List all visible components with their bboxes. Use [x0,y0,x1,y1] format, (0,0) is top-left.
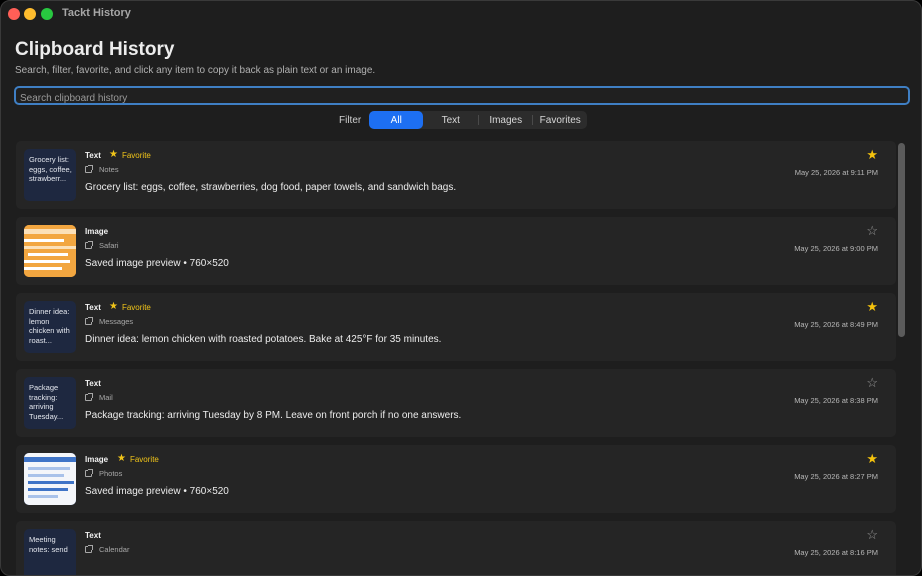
item-content: Saved image preview • 760×520 [85,258,229,269]
item-kind: Text [85,303,101,312]
image-thumbnail [24,453,76,505]
open-app-icon [85,469,93,477]
item-kind: Text [85,151,101,160]
favorite-star-icon: ★ [117,453,126,464]
item-date: May 25, 2026 at 8:16 PM [794,548,878,557]
item-content: Dinner idea: lemon chicken with roasted … [85,334,442,345]
favorite-badge: ★ Favorite [109,150,151,160]
source-app-name: Mail [99,393,113,402]
history-list: Grocery list: eggs, coffee, strawberr...… [14,139,910,575]
thumbnail-text: Grocery list: eggs, coffee, strawberr... [29,155,72,183]
text-thumbnail: Package tracking: arriving Tuesday... [24,377,76,429]
star-outline-icon[interactable]: ☆ [866,528,878,542]
favorite-label: Favorite [121,302,151,312]
image-preview [24,225,76,277]
thumbnail-text: Meeting notes: send [29,535,68,554]
page-title: Clipboard History [15,39,175,60]
open-app-icon [85,241,93,249]
item-source: Mail [85,393,113,402]
close-window-button[interactable] [8,8,20,20]
history-item[interactable]: Package tracking: arriving Tuesday... Te… [16,369,896,437]
history-item[interactable]: Image Safari Saved image preview • 760×5… [16,217,896,285]
source-app-name: Calendar [99,545,130,554]
open-app-icon [85,317,93,325]
app-window: Tackt History Clipboard History Search, … [0,0,922,576]
filter-segmented-control: All Text Images Favorites [369,111,588,129]
source-app-name: Messages [99,317,134,326]
filter-label: Filter [339,114,362,126]
thumbnail-text: Dinner idea: lemon chicken with roast... [29,307,70,345]
filter-text-button[interactable]: Text [423,111,478,129]
favorite-badge: ★ Favorite [117,454,159,464]
source-app-name: Notes [99,165,119,174]
history-item[interactable]: Image ★ Favorite Photos Saved image prev… [16,445,896,513]
item-source: Notes [85,165,119,174]
filter-favorites-button[interactable]: Favorites [533,111,587,129]
filter-row: Filter All Text Images Favorites [339,111,588,129]
text-thumbnail: Meeting notes: send [24,529,76,575]
filter-all-button[interactable]: All [369,111,424,129]
minimize-window-button[interactable] [24,8,36,20]
star-filled-icon[interactable]: ★ [866,300,878,314]
item-kind: Image [85,227,109,236]
item-source: Safari [85,241,119,250]
page-subtitle: Search, filter, favorite, and click any … [15,65,376,76]
zoom-window-button[interactable] [41,8,53,20]
open-app-icon [85,165,93,173]
item-kind: Image [85,455,109,464]
item-kind: Text [85,379,101,388]
list-scrollbar[interactable] [898,143,905,337]
item-kind: Text [85,531,101,540]
title-bar: Tackt History [1,1,921,25]
star-outline-icon[interactable]: ☆ [866,376,878,390]
text-thumbnail: Grocery list: eggs, coffee, strawberr... [24,149,76,201]
favorite-label: Favorite [129,454,159,464]
thumbnail-text: Package tracking: arriving Tuesday... [29,383,64,421]
history-item[interactable]: Dinner idea: lemon chicken with roast...… [16,293,896,361]
window-title: Tackt History [62,7,131,19]
history-item[interactable]: Grocery list: eggs, coffee, strawberr...… [16,141,896,209]
image-thumbnail [24,225,76,277]
open-app-icon [85,393,93,401]
search-input[interactable] [16,91,908,106]
source-app-name: Photos [99,469,123,478]
star-filled-icon[interactable]: ★ [866,148,878,162]
image-preview [24,453,76,505]
search-field [14,86,910,106]
item-source: Photos [85,469,122,478]
item-source: Messages [85,317,133,326]
item-content: Saved image preview • 760×520 [85,486,229,497]
star-outline-icon[interactable]: ☆ [866,224,878,238]
source-app-name: Safari [99,241,119,250]
item-content: Package tracking: arriving Tuesday by 8 … [85,410,462,421]
favorite-badge: ★ Favorite [109,302,151,312]
favorite-label: Favorite [121,150,151,160]
star-filled-icon[interactable]: ★ [866,452,878,466]
favorite-star-icon: ★ [109,301,118,312]
item-source: Calendar [85,545,129,554]
item-date: May 25, 2026 at 9:00 PM [794,244,878,253]
item-date: May 25, 2026 at 8:38 PM [794,396,878,405]
favorite-star-icon: ★ [109,149,118,160]
history-item[interactable]: Meeting notes: send Text Calendar ☆ May … [16,521,896,575]
item-date: May 25, 2026 at 8:49 PM [794,320,878,329]
item-date: May 25, 2026 at 9:11 PM [794,168,878,177]
item-date: May 25, 2026 at 8:27 PM [794,472,878,481]
text-thumbnail: Dinner idea: lemon chicken with roast... [24,301,76,353]
open-app-icon [85,545,93,553]
filter-images-button[interactable]: Images [479,111,532,129]
item-content: Grocery list: eggs, coffee, strawberries… [85,182,457,193]
